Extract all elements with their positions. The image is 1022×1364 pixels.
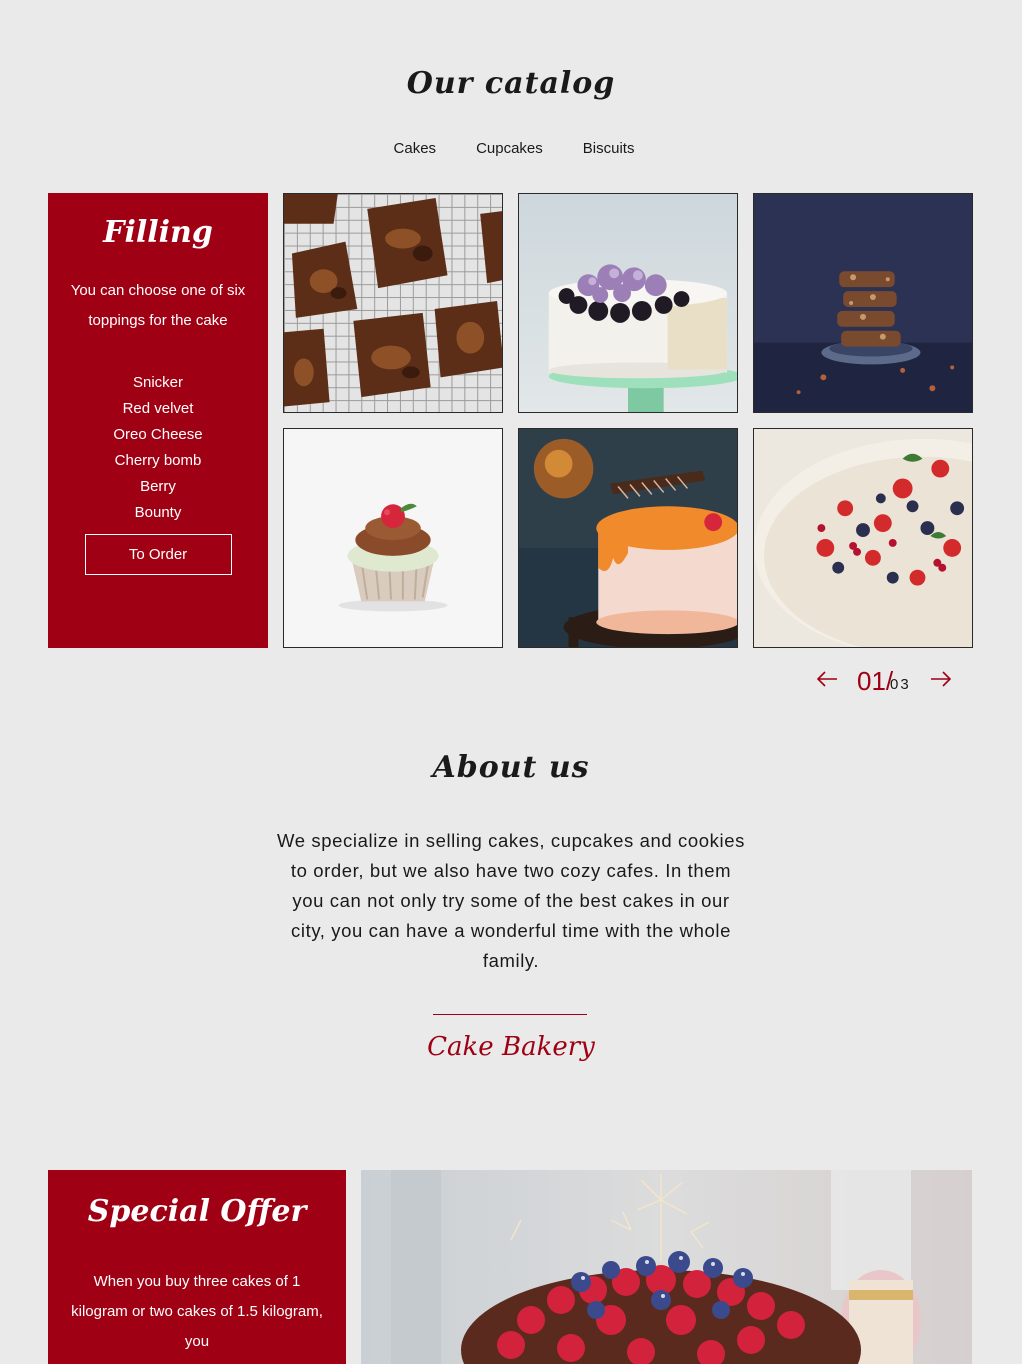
special-offer-card: Special Offer When you buy three cakes o… — [48, 1170, 346, 1364]
divider — [433, 1014, 587, 1015]
special-offer-photo — [361, 1170, 972, 1364]
brownies-photo[interactable] — [283, 193, 503, 413]
cookie-stack-photo[interactable] — [753, 193, 973, 413]
tab-cakes[interactable]: Cakes — [394, 140, 437, 157]
filling-list: Snicker Red velvet Oreo Cheese Cherry bo… — [48, 370, 268, 526]
catalog-title: Our catalog — [406, 66, 616, 101]
pager-total: 03 — [890, 676, 911, 693]
about-text: We specialize in selling cakes, cupcakes… — [277, 830, 745, 971]
arrow-right-icon[interactable] — [930, 670, 952, 688]
special-offer-title: Special Offer — [87, 1194, 307, 1229]
cupcake-photo[interactable] — [283, 428, 503, 648]
filling-item: Red velvet — [122, 400, 194, 417]
about-title: About us — [432, 750, 590, 785]
orange-glaze-cake-image — [519, 429, 737, 647]
blackberry-cake-image — [519, 194, 737, 412]
arrow-left-icon[interactable] — [816, 670, 838, 688]
cupcake-image — [284, 429, 502, 647]
berry-cheesecake-photo[interactable] — [753, 428, 973, 648]
pager-current: 01/ — [857, 666, 894, 696]
to-order-button[interactable]: To Order — [84, 534, 232, 575]
tab-cupcakes[interactable]: Cupcakes — [476, 140, 543, 157]
filling-item: Oreo Cheese — [113, 426, 203, 443]
filling-title: Filling — [103, 215, 213, 250]
filling-card: Filling You can choose one of six toppin… — [48, 193, 268, 648]
catalog-tabs: Cakes Cupcakes Biscuits — [0, 140, 1022, 157]
signature: Cake Bakery — [427, 1032, 595, 1062]
tab-biscuits[interactable]: Biscuits — [583, 140, 635, 157]
filling-item: Bounty — [134, 504, 182, 521]
gallery-pager: 01/ 03 — [810, 664, 980, 704]
special-offer-description: When you buy three cakes of 1 kilogram o… — [71, 1273, 323, 1350]
filling-item: Cherry bomb — [114, 452, 202, 469]
brownies-image — [284, 194, 502, 412]
birthday-cake-image — [361, 1170, 972, 1364]
filling-description: You can choose one of six toppings for t… — [70, 282, 246, 329]
blackberry-cake-photo[interactable] — [518, 193, 738, 413]
filling-item: Berry — [140, 478, 176, 495]
berry-cheesecake-image — [754, 429, 972, 647]
filling-item: Snicker — [132, 374, 184, 391]
cookie-stack-image — [754, 194, 972, 412]
orange-glaze-cake-photo[interactable] — [518, 428, 738, 648]
